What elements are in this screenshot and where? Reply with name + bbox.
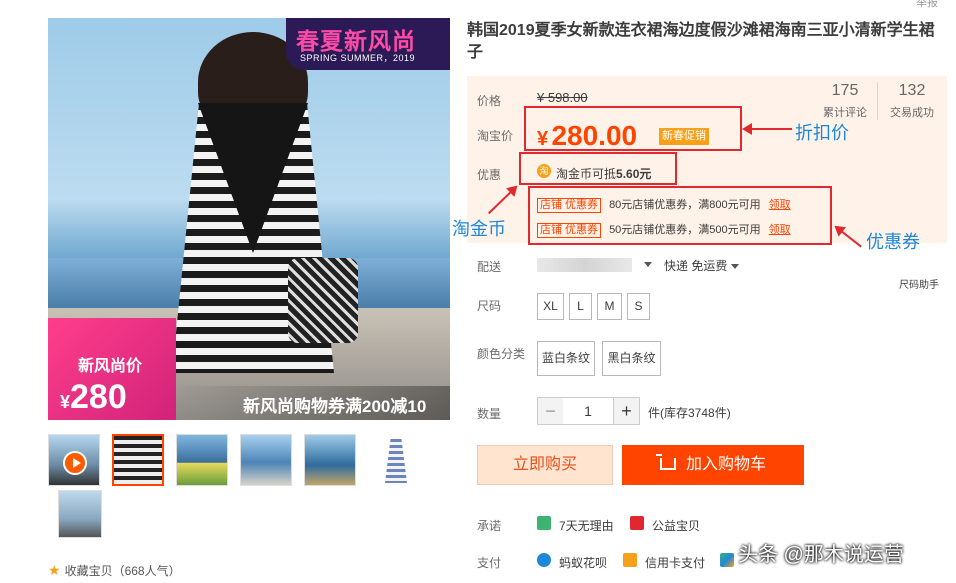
annotation-label-coupon: 优惠券 bbox=[866, 232, 920, 252]
stat-divider bbox=[877, 82, 878, 120]
stat-reviews-label: 累计评论 bbox=[823, 107, 867, 119]
seven-day-return-text[interactable]: 7天无理由 bbox=[559, 517, 614, 534]
thumbnail-1[interactable] bbox=[112, 434, 164, 486]
promo-price-title: 新风尚价 bbox=[78, 358, 143, 375]
chevron-down-icon[interactable] bbox=[644, 262, 652, 267]
annotation-label-coin: 淘金币 bbox=[452, 219, 506, 239]
app-pay-icon bbox=[720, 553, 734, 567]
huabei-text[interactable]: 蚂蚁花呗 bbox=[559, 554, 607, 571]
promo-price-value: 280 bbox=[70, 378, 127, 416]
discount-label: 优惠 bbox=[477, 168, 502, 182]
chevron-down-icon bbox=[731, 264, 740, 270]
shipping-location-blurred[interactable] bbox=[537, 258, 632, 272]
shipping-method-label: 快递 免运费 bbox=[664, 259, 728, 273]
price-label: 价格 bbox=[477, 94, 502, 108]
favorite-button[interactable]: ★ 收藏宝贝（668人气） bbox=[48, 562, 181, 579]
annotation-label-discount-price: 折扣价 bbox=[795, 123, 849, 143]
taobao-price-label: 淘宝价 bbox=[477, 129, 514, 143]
shipping-label: 配送 bbox=[477, 260, 502, 274]
play-icon[interactable] bbox=[63, 451, 87, 475]
annotation-box-coin bbox=[519, 152, 677, 185]
shipping-method[interactable]: 快递 免运费 bbox=[664, 257, 740, 274]
quantity-plus-button[interactable]: + bbox=[613, 397, 640, 425]
quantity-minus-button[interactable]: − bbox=[537, 397, 564, 425]
stat-sold-value: 132 bbox=[898, 82, 926, 99]
charity-icon bbox=[630, 516, 644, 530]
thumbnail-3[interactable] bbox=[240, 434, 292, 486]
annotation-box-coupon bbox=[528, 186, 832, 245]
promo-price: ¥280 bbox=[60, 378, 127, 417]
promo-top-subtitle: SPRING SUMMER，2019 bbox=[300, 53, 416, 63]
favorite-label: 收藏宝贝（668人气） bbox=[64, 564, 181, 578]
annotation-box-price bbox=[524, 106, 742, 151]
stat-sold-label: 交易成功 bbox=[890, 107, 934, 119]
add-to-cart-button[interactable]: 加入购物车 bbox=[622, 445, 804, 485]
size-option-s[interactable]: S bbox=[627, 293, 650, 320]
color-option-black-white[interactable]: 黑白条纹 bbox=[602, 341, 661, 376]
size-option-xl[interactable]: XL bbox=[537, 293, 564, 320]
thumbnail-5[interactable] bbox=[368, 434, 420, 486]
stat-reviews-value: 175 bbox=[831, 82, 859, 99]
size-option-l[interactable]: L bbox=[569, 293, 592, 320]
credit-card-icon bbox=[623, 553, 637, 567]
charity-text[interactable]: 公益宝贝 bbox=[652, 517, 700, 534]
size-helper-link[interactable]: 尺码助手 bbox=[899, 276, 939, 291]
original-price: ¥ 598.00 bbox=[537, 90, 588, 105]
quantity-input[interactable] bbox=[563, 397, 613, 425]
quantity-label: 数量 bbox=[477, 407, 502, 421]
size-option-m[interactable]: M bbox=[597, 293, 622, 320]
promo-bottom-text: 新风尚购物券满200减10 bbox=[243, 397, 427, 416]
main-product-image[interactable]: 春夏新风尚 SPRING SUMMER，2019 新风尚价 ¥280 新风尚购物… bbox=[48, 18, 450, 420]
add-to-cart-label: 加入购物车 bbox=[685, 456, 766, 473]
color-option-blue-white[interactable]: 蓝白条纹 bbox=[537, 341, 595, 376]
stat-sold[interactable]: 132 交易成功 bbox=[880, 82, 944, 120]
huabei-icon bbox=[537, 553, 551, 567]
thumbnail-6[interactable] bbox=[58, 490, 102, 538]
image-net-bag bbox=[288, 258, 358, 343]
payment-label: 支付 bbox=[477, 556, 502, 570]
promise-label: 承诺 bbox=[477, 519, 502, 533]
thumbnail-video[interactable] bbox=[48, 434, 100, 486]
buy-now-button[interactable]: 立即购买 bbox=[477, 445, 613, 485]
color-label: 颜色分类 bbox=[477, 347, 526, 361]
size-label: 尺码 bbox=[477, 299, 502, 313]
promo-price-currency: ¥ bbox=[60, 392, 71, 412]
cart-icon bbox=[655, 454, 676, 470]
report-link[interactable]: 举报 bbox=[916, 0, 938, 10]
thumbnail-2[interactable] bbox=[176, 434, 228, 486]
annotation-arrow-price bbox=[742, 123, 792, 135]
star-icon: ★ bbox=[48, 562, 61, 578]
stock-text: 件(库存3748件) bbox=[648, 406, 731, 420]
seven-day-return-icon bbox=[537, 516, 551, 530]
watermark: 头条 @那木说运营 bbox=[738, 544, 904, 566]
product-title: 韩国2019夏季女新款连衣裙海边度假沙滩裙海南三亚小清新学生裙子 bbox=[467, 22, 935, 61]
credit-card-text[interactable]: 信用卡支付 bbox=[645, 554, 705, 571]
stat-reviews[interactable]: 175 累计评论 bbox=[815, 82, 875, 120]
thumbnail-4[interactable] bbox=[304, 434, 356, 486]
